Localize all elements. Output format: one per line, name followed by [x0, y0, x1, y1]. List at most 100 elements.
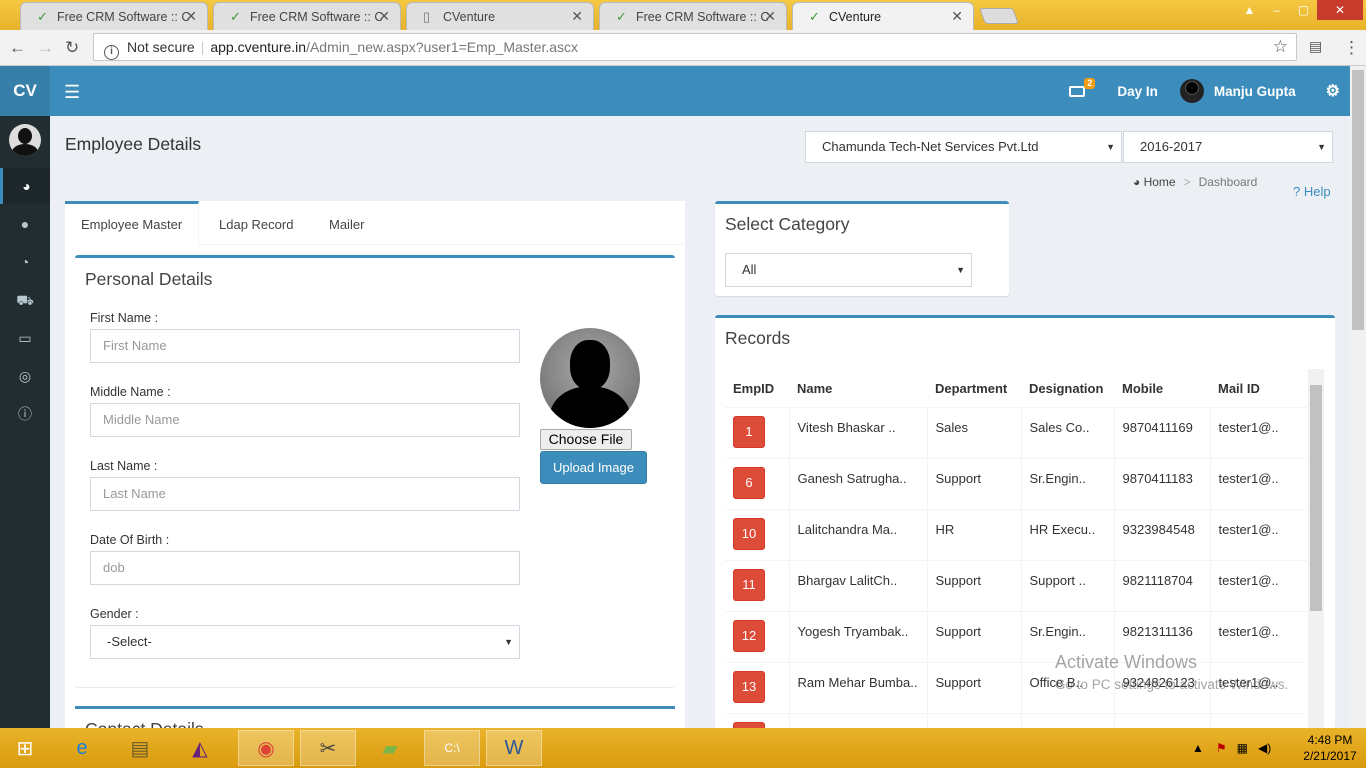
extension-icon[interactable]: ▤	[1309, 38, 1322, 55]
sidebar-avatar[interactable]	[9, 124, 41, 156]
url-input[interactable]: i Not secure | app.cventure.in/Admin_new.as…	[93, 33, 1297, 61]
credit-card-icon[interactable]: ▭	[0, 320, 50, 356]
user-name[interactable]: Manju Gupta	[1214, 84, 1296, 99]
tab-employee-master[interactable]: Employee Master	[65, 201, 200, 245]
column-header[interactable]: Department	[927, 370, 1021, 408]
records-table: EmpID Name Department Designation Mobile…	[725, 370, 1307, 728]
close-icon[interactable]: ✕	[764, 8, 776, 25]
column-header[interactable]: Mail ID	[1210, 370, 1307, 408]
records-scrollbar[interactable]	[1308, 369, 1324, 728]
table-row[interactable]: 6 Ganesh Satrugha.. Support Sr.Engin.. 98704…	[725, 457, 1307, 509]
column-header[interactable]: Mobile	[1114, 370, 1210, 408]
breadcrumb-home[interactable]: Home	[1144, 175, 1176, 189]
internet-explorer-icon[interactable]: e	[54, 730, 110, 766]
tab-nav: Employee Master Ldap Record Mailer	[65, 201, 685, 245]
volume-icon[interactable]: ◀)	[1258, 741, 1271, 755]
table-row[interactable]: Rupesh Ram Pati..SupportSupport ..982138…	[725, 712, 1307, 728]
reload-icon[interactable]: ↻	[65, 38, 79, 58]
gender-select[interactable]: -Select- ▼	[90, 625, 520, 659]
bookmark-star-icon[interactable]: ☆	[1273, 34, 1288, 60]
close-icon[interactable]: ✕	[378, 8, 390, 25]
browser-tab[interactable]: ✓Free CRM Software :: CVe✕	[599, 2, 787, 30]
system-clock[interactable]: 4:48 PM 2/21/2017	[1300, 732, 1360, 764]
flag-icon[interactable]: ⚑	[1216, 741, 1227, 755]
help-link[interactable]: ? Help	[1293, 184, 1331, 199]
close-icon[interactable]: ✕	[571, 8, 583, 25]
notification-badge: 2	[1084, 78, 1096, 89]
company-select[interactable]: Chamunda Tech-Net Services Pvt.Ltd ▼	[805, 131, 1122, 163]
day-in-link[interactable]: Day In	[1117, 84, 1158, 99]
browser-tab[interactable]: ✓Free CRM Software :: CVe✕	[20, 2, 208, 30]
browser-tab[interactable]: ✓Free CRM Software :: CVe✕	[213, 2, 401, 30]
empid-button[interactable]: 6	[733, 466, 765, 499]
windows-start-icon[interactable]: ⊞	[0, 730, 50, 766]
upload-image-button[interactable]: Upload Image	[540, 451, 647, 484]
user-avatar[interactable]	[1179, 79, 1204, 103]
gears-icon[interactable]: ⚙	[1326, 81, 1340, 101]
browser-menu-icon[interactable]: ⋮	[1343, 38, 1360, 58]
check-icon: ✓	[37, 9, 48, 24]
tools-icon[interactable]: ✂	[300, 730, 356, 766]
dob-input[interactable]: dob	[90, 551, 520, 585]
first-name-input[interactable]: First Name	[90, 329, 520, 363]
word-icon[interactable]: W	[486, 730, 542, 766]
app-logo[interactable]: CV	[0, 66, 50, 116]
forward-icon[interactable]: →	[37, 38, 54, 58]
back-icon[interactable]: ←	[9, 38, 26, 58]
ticket-icon[interactable]: 2	[1069, 78, 1096, 98]
user-icon[interactable]: ●	[0, 206, 50, 242]
life-ring-icon[interactable]: ◎	[0, 358, 50, 394]
browser-tab[interactable]: ▯ CVenture ✕	[406, 2, 594, 30]
empid-button[interactable]: 10	[733, 517, 765, 550]
table-row[interactable]: 11 Bhargav LalitCh.. Support Support .. 9821…	[725, 559, 1307, 611]
year-select[interactable]: 2016-2017 ▼	[1123, 131, 1333, 163]
close-window-icon[interactable]: ✕	[1317, 0, 1363, 20]
command-prompt-icon[interactable]: C:\	[424, 730, 480, 766]
menu-toggle-icon[interactable]: ☰	[64, 82, 80, 103]
browser-tab-strip: ✓Free CRM Software :: CVe✕ ✓Free CRM Sof…	[0, 0, 1366, 30]
section-title: Personal Details	[85, 269, 213, 289]
table-row[interactable]: 10 Lalitchandra Ma.. HR HR Execu.. 932398454…	[725, 508, 1307, 560]
pie-chart-icon[interactable]: ◔	[0, 244, 50, 280]
table-row[interactable]: 12 Yogesh Tryambak.. Support Sr.Engin.. 9821…	[725, 610, 1307, 662]
minimize-icon[interactable]: –	[1263, 0, 1290, 20]
empid-button[interactable]: 11	[733, 568, 765, 601]
scrollbar-thumb[interactable]	[1352, 70, 1364, 330]
user-icon[interactable]: ▲	[1236, 0, 1263, 20]
browser-tab-active[interactable]: ✓ CVenture ✕	[792, 2, 974, 30]
empid-button[interactable]: 12	[733, 619, 765, 652]
close-icon[interactable]: ✕	[185, 8, 197, 25]
middle-name-input[interactable]: Middle Name	[90, 403, 520, 437]
network-icon[interactable]: ▦	[1237, 741, 1248, 755]
tab-mailer[interactable]: Mailer	[313, 201, 380, 245]
file-explorer-icon[interactable]: ▤	[112, 730, 168, 766]
chrome-icon[interactable]: ◉	[238, 730, 294, 766]
tab-ldap-record[interactable]: Ldap Record	[203, 201, 309, 245]
dashboard-icon[interactable]: ◕	[0, 168, 50, 204]
tray-expand-icon[interactable]: ▲	[1192, 741, 1204, 755]
info-icon[interactable]: i	[104, 45, 119, 60]
column-header[interactable]: EmpID	[725, 370, 789, 408]
visual-studio-icon[interactable]: ◭	[172, 730, 228, 766]
folder-icon[interactable]: ▰	[362, 730, 418, 766]
column-header[interactable]: Name	[789, 370, 927, 408]
close-icon[interactable]: ✕	[951, 8, 963, 25]
new-tab-button[interactable]	[979, 8, 1019, 24]
maximize-icon[interactable]: ▢	[1290, 0, 1317, 20]
header-right: 2 Day In Manju Gupta ⚙	[1069, 66, 1340, 116]
column-header[interactable]: Designation	[1021, 370, 1114, 408]
page-scrollbar[interactable]	[1350, 66, 1366, 728]
choose-file-button[interactable]: Choose File	[540, 429, 632, 450]
table-row[interactable]: 1 Vitesh Bhaskar .. Sales Sales Co.. 9870411…	[725, 406, 1307, 458]
table-header-row: EmpID Name Department Designation Mobile…	[725, 370, 1307, 408]
empid-button[interactable]: 1	[733, 415, 765, 448]
scrollbar-thumb[interactable]	[1310, 385, 1322, 611]
last-name-input[interactable]: Last Name	[90, 477, 520, 511]
question-icon: ?	[1293, 184, 1301, 199]
cart-icon[interactable]: ⛟	[0, 282, 50, 318]
info-circle-icon[interactable]: ⓘ	[0, 396, 50, 432]
empid-button[interactable]: 13	[733, 670, 765, 703]
dashboard-icon: ◕	[1133, 175, 1141, 189]
activate-windows-subtext: Go to PC settings to activate Windows.	[1055, 677, 1289, 692]
category-select[interactable]: All ▼	[725, 253, 972, 287]
